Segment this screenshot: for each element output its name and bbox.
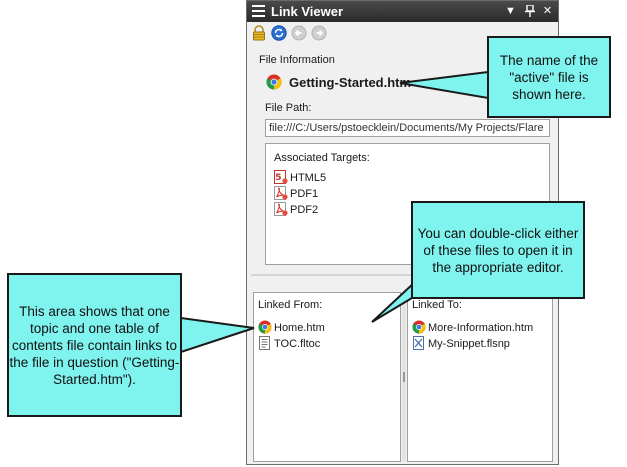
active-file-callout-pointer: [399, 70, 489, 100]
linked-from-callout: This area shows that one topic and one t…: [7, 273, 182, 417]
active-file-callout: The name of the "active" file is shown h…: [487, 36, 611, 118]
double-click-callout: You can double-click either of these fil…: [411, 201, 585, 299]
linked-from-callout-pointer: [180, 316, 255, 354]
